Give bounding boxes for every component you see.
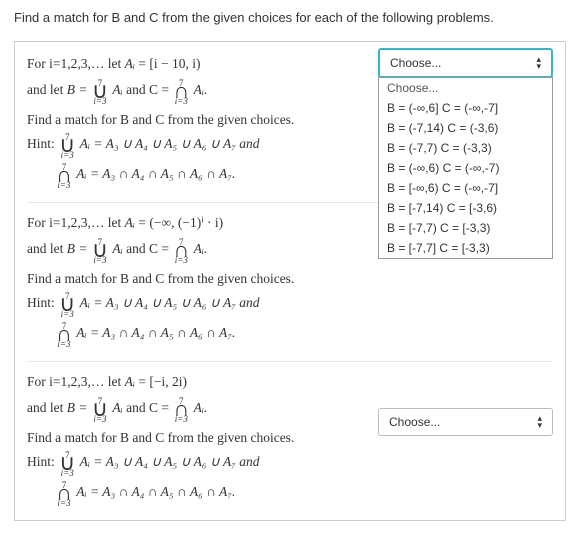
intersect-icon: 7∩i=3 [173, 82, 189, 100]
union-icon: 7∪i=3 [59, 295, 75, 313]
union-icon: 7∪i=3 [59, 136, 75, 154]
inter-arg: Aᵢ [76, 325, 86, 340]
answer-dropdown-3[interactable]: Choose... ▴▾ [378, 408, 553, 436]
inter-arg: Aᵢ [76, 166, 86, 181]
hint-label: Hint: [27, 136, 58, 151]
union-arg: Aᵢ [80, 136, 90, 151]
dropdown-option[interactable]: Choose... [379, 78, 552, 98]
for-text: For i=1,2,3,… let [27, 374, 125, 389]
hint-inter-text: = A₃ ∩ A₄ ∩ A₅ ∩ A₆ ∩ A₇. [90, 166, 235, 181]
B-label: B = [67, 400, 91, 415]
B-label: B = [67, 241, 91, 256]
hint-label: Hint: [27, 295, 58, 310]
B-label: B = [67, 82, 91, 97]
inter-arg: Aᵢ. [194, 400, 208, 415]
dropdown-option[interactable]: B = [-7,7) C = [-3,3) [379, 218, 552, 238]
dropdown-option[interactable]: B = (-7,14) C = (-3,6) [379, 118, 552, 138]
dropdown-option[interactable]: B = [-7,14) C = [-3,6) [379, 198, 552, 218]
dropdown-option[interactable]: B = (-∞,6) C = (-∞,-7) [379, 158, 552, 178]
A-i: Aᵢ [125, 215, 135, 230]
chevron-updown-icon: ▴▾ [537, 415, 542, 429]
A-i: Aᵢ [125, 374, 135, 389]
intersect-icon: 7∩i=3 [56, 166, 72, 184]
intersect-icon: 7∩i=3 [173, 400, 189, 418]
answer-dropdown-1[interactable]: Choose... ▴▾ Choose... B = (-∞,6] C = (-… [378, 48, 553, 259]
inter-arg: Aᵢ. [194, 82, 208, 97]
A-def: = (−∞, (−1)ⁱ · i) [138, 215, 223, 230]
and-let: and let [27, 82, 67, 97]
hint-union-text: = A₃ ∪ A₄ ∪ A₅ ∪ A₆ ∪ A₇ and [93, 295, 259, 310]
hint-union-text: = A₃ ∪ A₄ ∪ A₅ ∪ A₆ ∪ A₇ and [93, 454, 259, 469]
hint-inter-text: = A₃ ∩ A₄ ∩ A₅ ∩ A₆ ∩ A₇. [90, 325, 235, 340]
for-text: For i=1,2,3,… let [27, 215, 125, 230]
dropdown-option[interactable]: B = [-7,7] C = [-3,3) [379, 238, 552, 258]
chevron-updown-icon: ▴▾ [536, 56, 541, 70]
inter-arg: Aᵢ [76, 484, 86, 499]
inter-arg: Aᵢ. [194, 241, 208, 256]
for-text: For i=1,2,3,… let [27, 56, 125, 71]
union-arg: Aᵢ [80, 454, 90, 469]
hint-inter-text: = A₃ ∩ A₄ ∩ A₅ ∩ A₆ ∩ A₇. [90, 484, 235, 499]
union-icon: 7∪i=3 [92, 241, 108, 259]
union-arg: Aᵢ [112, 241, 122, 256]
match-line: Find a match for B and C from the given … [27, 271, 553, 287]
union-icon: 7∪i=3 [92, 400, 108, 418]
intersect-icon: 7∩i=3 [56, 484, 72, 502]
problems-container: Choose... ▴▾ Choose... B = (-∞,6] C = (-… [14, 41, 566, 521]
dropdown-selected: Choose... [390, 56, 441, 70]
C-label: and C = [126, 400, 172, 415]
intersect-icon: 7∩i=3 [173, 241, 189, 259]
C-label: and C = [126, 241, 172, 256]
hint-union-text: = A₃ ∪ A₄ ∪ A₅ ∪ A₆ ∪ A₇ and [93, 136, 259, 151]
dropdown-option[interactable]: B = (-7,7) C = (-3,3) [379, 138, 552, 158]
page-instructions: Find a match for B and C from the given … [0, 0, 580, 41]
and-let: and let [27, 400, 67, 415]
union-icon: 7∪i=3 [59, 454, 75, 472]
union-icon: 7∪i=3 [92, 82, 108, 100]
union-arg: Aᵢ [112, 82, 122, 97]
dropdown-options-list: Choose... B = (-∞,6] C = (-∞,-7] B = (-7… [378, 77, 553, 259]
union-arg: Aᵢ [112, 400, 122, 415]
and-let: and let [27, 241, 67, 256]
dropdown-selected: Choose... [389, 415, 440, 429]
A-def: = [i − 10, i) [138, 56, 200, 71]
dropdown-option[interactable]: B = (-∞,6] C = (-∞,-7] [379, 98, 552, 118]
dropdown-option[interactable]: B = [-∞,6) C = (-∞,-7] [379, 178, 552, 198]
A-i: Aᵢ [125, 56, 135, 71]
C-label: and C = [126, 82, 172, 97]
hint-label: Hint: [27, 454, 58, 469]
union-arg: Aᵢ [80, 295, 90, 310]
intersect-icon: 7∩i=3 [56, 325, 72, 343]
A-def: = [−i, 2i) [138, 374, 187, 389]
